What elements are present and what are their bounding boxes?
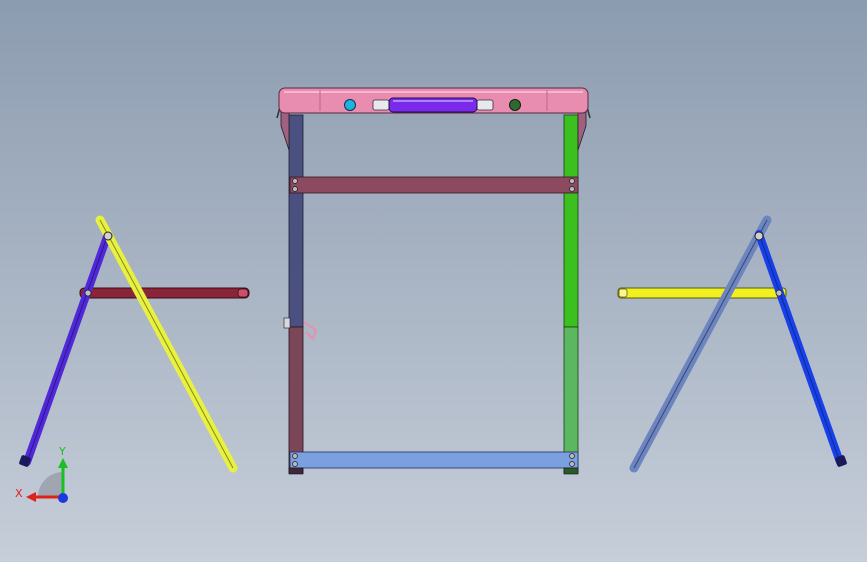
front-crossbar-top[interactable] bbox=[289, 176, 579, 194]
triad-plane-quadrant bbox=[38, 472, 63, 497]
right-side-tabletop[interactable] bbox=[617, 287, 787, 299]
left-side-leg-yellow-edge bbox=[99, 219, 234, 469]
handle-latch-right bbox=[476, 99, 494, 111]
triad-x-label: X bbox=[15, 487, 23, 500]
front-foot-right bbox=[563, 467, 579, 475]
right-side-pivot bbox=[754, 231, 764, 241]
front-leg-right-upper[interactable] bbox=[563, 114, 579, 328]
front-view bbox=[276, 87, 591, 475]
orientation-triad[interactable]: Y X bbox=[15, 445, 68, 503]
triad-x-arrowhead bbox=[26, 492, 36, 502]
triad-y-arrowhead bbox=[58, 458, 68, 468]
handle-latch-left bbox=[372, 99, 390, 111]
left-side-bolt bbox=[84, 289, 92, 297]
cad-viewport[interactable]: Y X bbox=[0, 0, 867, 562]
front-leg-left-upper[interactable] bbox=[288, 114, 304, 328]
right-side-view bbox=[617, 215, 847, 473]
left-side-tabletop[interactable] bbox=[79, 287, 250, 299]
left-side-view bbox=[19, 215, 250, 473]
front-crossbar-bottom[interactable] bbox=[289, 451, 579, 469]
front-leg-right-lower[interactable] bbox=[563, 326, 579, 474]
right-side-bolt bbox=[775, 289, 783, 297]
right-side-tabletop-lip bbox=[618, 288, 628, 298]
right-side-leg-slate-edge bbox=[633, 219, 768, 469]
triad-z-axis bbox=[58, 493, 68, 503]
cad-scene: Y X bbox=[15, 87, 847, 503]
left-side-leg-blue-outline bbox=[26, 233, 109, 463]
right-side-leg-blue-edge bbox=[758, 233, 841, 463]
front-screws bbox=[292, 178, 575, 467]
front-bracket-right bbox=[577, 111, 587, 151]
front-leg-left-lower[interactable] bbox=[288, 326, 304, 474]
tabletop-button-right[interactable] bbox=[509, 99, 521, 111]
tabletop-handle[interactable] bbox=[388, 97, 478, 113]
left-leg-latch bbox=[283, 317, 291, 329]
left-side-tabletop-lip bbox=[237, 288, 249, 298]
left-side-pivot bbox=[103, 231, 113, 241]
tabletop-button-left[interactable] bbox=[344, 99, 356, 111]
triad-y-label: Y bbox=[58, 445, 66, 458]
left-leg-latch-lever[interactable] bbox=[303, 321, 318, 341]
front-foot-left bbox=[288, 467, 304, 475]
front-bracket-left bbox=[280, 111, 290, 151]
